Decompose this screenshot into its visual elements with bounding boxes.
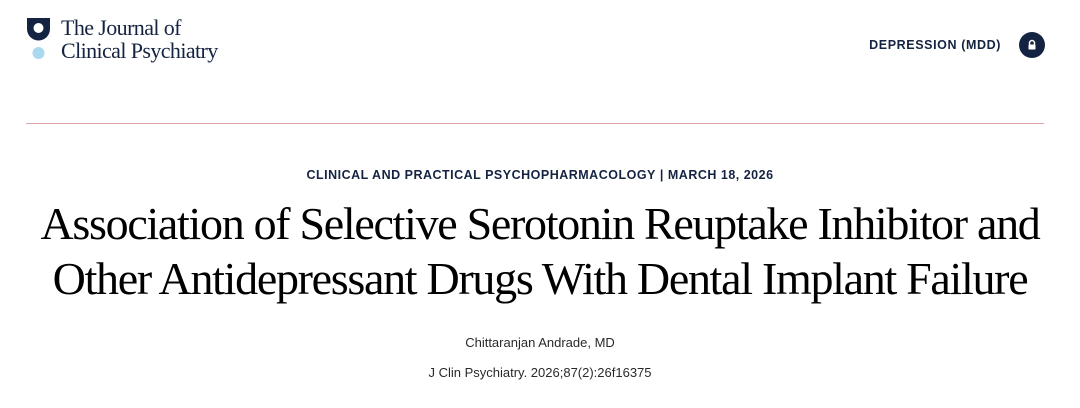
article-kicker: CLINICAL AND PRACTICAL PSYCHOPHARMACOLOG… [0, 168, 1080, 182]
header-actions: DEPRESSION (MDD) [869, 32, 1045, 58]
publication-date: MARCH 18, 2026 [667, 168, 774, 182]
journal-name-line-1: The Journal of [61, 15, 182, 40]
section-link[interactable]: CLINICAL AND PRACTICAL PSYCHOPHARMACOLOG… [306, 168, 655, 182]
article-author[interactable]: Chittaranjan Andrade, MD [0, 335, 1080, 350]
journal-logo[interactable]: The Journal of Clinical Psychiatry [26, 15, 218, 63]
kicker-separator: | [659, 168, 664, 182]
topic-link-depression[interactable]: DEPRESSION (MDD) [869, 38, 1001, 52]
article-title: Association of Selective Serotonin Reupt… [40, 198, 1041, 304]
lock-button[interactable] [1019, 32, 1045, 58]
header-divider [26, 123, 1044, 124]
journal-logo-icon [26, 15, 52, 63]
lock-icon [1028, 39, 1036, 50]
journal-name: The Journal of Clinical Psychiatry [61, 16, 218, 62]
journal-name-line-2: Clinical Psychiatry [61, 38, 218, 63]
page: The Journal of Clinical Psychiatry DEPRE… [0, 0, 1080, 408]
article-citation: J Clin Psychiatry. 2026;87(2):26f16375 [428, 365, 652, 380]
